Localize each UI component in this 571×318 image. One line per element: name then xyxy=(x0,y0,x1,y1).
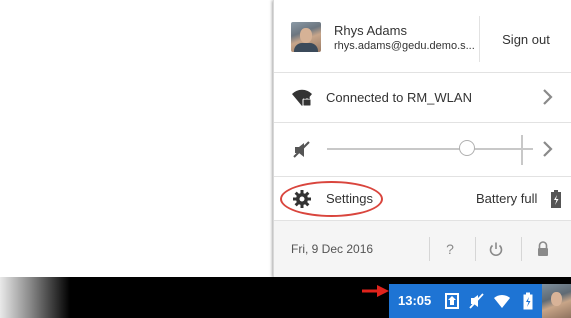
network-row[interactable]: Connected to RM_WLAN xyxy=(274,72,571,122)
annotation-arrow-icon xyxy=(362,285,389,297)
date-label[interactable]: Fri, 9 Dec 2016 xyxy=(291,242,373,256)
system-tray-popup: Rhys Adams rhys.adams@gedu.demo.s... Sig… xyxy=(273,0,571,277)
status-area[interactable]: 13:05 xyxy=(389,284,571,318)
user-email: rhys.adams@gedu.demo.s... xyxy=(334,40,475,52)
sign-out-button[interactable]: Sign out xyxy=(480,16,571,62)
user-row: Rhys Adams rhys.adams@gedu.demo.s... Sig… xyxy=(274,0,571,72)
tray-footer: Fri, 9 Dec 2016 ? xyxy=(274,220,571,277)
wifi-icon[interactable] xyxy=(493,292,511,310)
volume-muted-icon[interactable] xyxy=(292,140,312,160)
settings-row: Settings Battery full xyxy=(274,176,571,220)
lock-icon[interactable] xyxy=(533,238,553,260)
divider xyxy=(521,237,522,261)
volume-row xyxy=(274,122,571,176)
avatar[interactable] xyxy=(542,284,571,318)
help-icon[interactable]: ? xyxy=(440,238,460,260)
user-avatar xyxy=(291,22,321,52)
managed-device-icon[interactable] xyxy=(443,292,461,310)
clock[interactable]: 13:05 xyxy=(398,293,431,308)
network-label: Connected to RM_WLAN xyxy=(326,90,472,105)
battery-status-label: Battery full xyxy=(476,191,538,206)
chevron-right-icon[interactable] xyxy=(542,87,554,112)
volume-slider-track[interactable] xyxy=(327,148,533,150)
volume-slider-thumb[interactable] xyxy=(459,140,475,156)
user-name: Rhys Adams xyxy=(334,23,407,38)
divider xyxy=(429,237,430,261)
chevron-right-icon[interactable] xyxy=(542,139,554,164)
battery-charging-icon xyxy=(550,189,562,209)
power-icon[interactable] xyxy=(486,238,506,260)
divider xyxy=(475,237,476,261)
wifi-locked-icon xyxy=(291,88,313,108)
divider xyxy=(521,135,523,165)
settings-button[interactable]: Settings xyxy=(326,191,373,206)
battery-charging-icon[interactable] xyxy=(519,292,537,310)
gear-icon[interactable] xyxy=(292,189,312,209)
volume-muted-icon[interactable] xyxy=(468,292,486,310)
